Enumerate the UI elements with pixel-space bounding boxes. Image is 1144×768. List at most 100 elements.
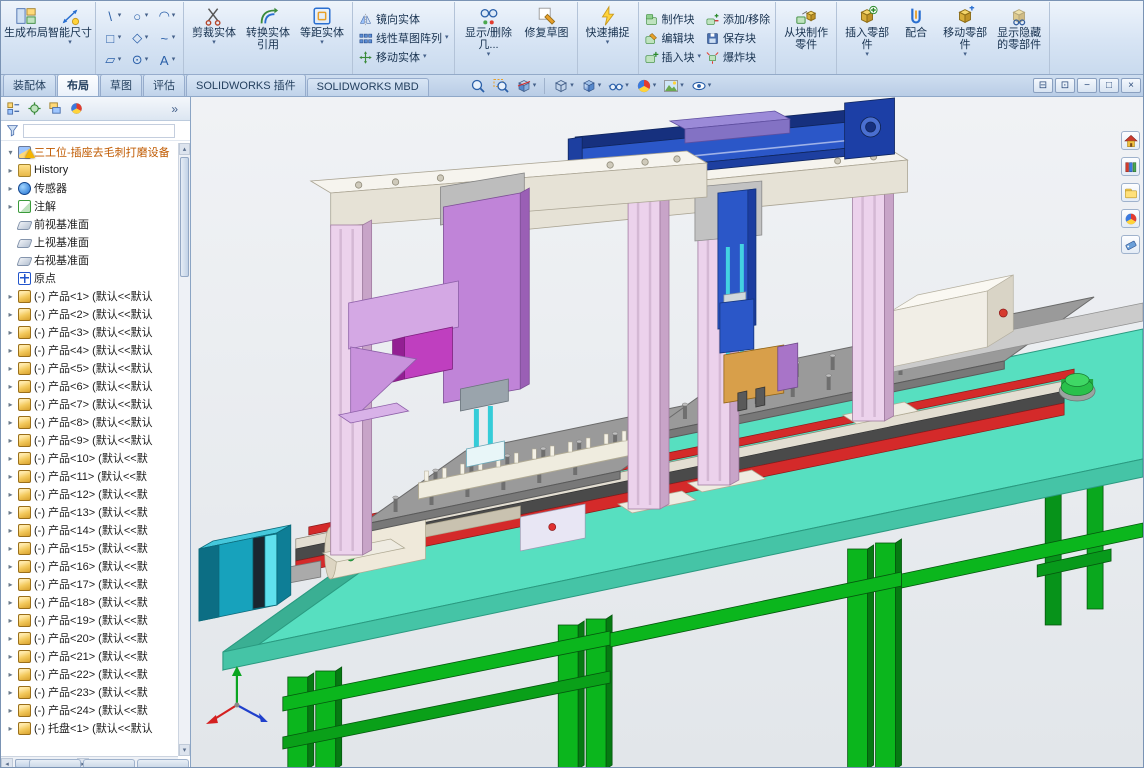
dropdown-arrow-icon[interactable]: ▾: [118, 56, 122, 64]
tree-item[interactable]: ▸ 上视基准面: [3, 233, 176, 251]
tree-item[interactable]: ▸ (-) 产品<24> (默认<<默: [3, 701, 176, 719]
explode-block-button[interactable]: 爆炸块: [703, 48, 772, 67]
command-tab[interactable]: SOLIDWORKS MBD: [307, 78, 429, 96]
dropdown-arrow-icon[interactable]: ▾: [118, 34, 122, 42]
tree-item[interactable]: ▸ (-) 托盘<1> (默认<<默认: [3, 719, 176, 737]
expand-arrow-icon[interactable]: ▸: [6, 634, 15, 643]
insert-components-button[interactable]: 插入零部件 ▾: [840, 3, 894, 61]
tree-item[interactable]: ▸ (-) 产品<8> (默认<<默认: [3, 413, 176, 431]
actuator-end-block[interactable]: [845, 98, 895, 159]
dropdown-arrow-icon[interactable]: ▾: [320, 39, 324, 47]
tree-item[interactable]: ▸ (-) 产品<5> (默认<<默认: [3, 359, 176, 377]
dropdown-arrow-icon[interactable]: ▾: [698, 53, 702, 61]
document-tab[interactable]: [29, 759, 81, 767]
tree-vertical-scrollbar[interactable]: ▴ ▾: [178, 143, 190, 756]
expand-arrow-icon[interactable]: ▸: [6, 544, 15, 553]
expand-arrow-icon[interactable]: ▸: [6, 418, 15, 427]
command-tab[interactable]: 装配体: [3, 74, 56, 96]
dropdown-arrow-icon[interactable]: ▾: [145, 12, 149, 20]
tree-filter-input[interactable]: [23, 124, 175, 138]
filter-funnel-icon[interactable]: [6, 124, 19, 137]
dropdown-arrow-icon[interactable]: ▾: [118, 12, 122, 20]
dropdown-arrow-icon[interactable]: ▾: [212, 39, 216, 47]
dropdown-arrow-icon[interactable]: ▾: [145, 34, 149, 42]
make-part-from-block-button[interactable]: 从块制作零件: [779, 3, 833, 53]
tree-item[interactable]: ▸ (-) 产品<2> (默认<<默认: [3, 305, 176, 323]
tree-item[interactable]: ▸ (-) 产品<10> (默认<<默: [3, 449, 176, 467]
dropdown-arrow-icon[interactable]: ▾: [963, 51, 967, 59]
smart-dimension-button[interactable]: 智能尺寸 ▾: [48, 3, 92, 49]
expand-arrow-icon[interactable]: ▸: [6, 382, 15, 391]
line-icon[interactable]: \▾: [99, 5, 126, 27]
3d-model-view[interactable]: [191, 97, 1143, 768]
view-orientation-icon[interactable]: ▾: [551, 77, 576, 95]
expand-arrow-icon[interactable]: ▸: [6, 292, 15, 301]
tree-root-item[interactable]: ▾ 三工位-插座去毛刺打磨设备: [3, 143, 176, 161]
design-library-icon[interactable]: [1121, 157, 1140, 176]
section-view-icon[interactable]: ▾: [514, 77, 539, 95]
expand-arrow-icon[interactable]: ▸: [6, 310, 15, 319]
tree-item[interactable]: ▸ 前视基准面: [3, 215, 176, 233]
show-hidden-components-button[interactable]: 显示隐藏的零部件: [992, 3, 1046, 53]
dropdown-arrow-icon[interactable]: ▾: [680, 82, 684, 90]
tree-item[interactable]: ▸ (-) 产品<19> (默认<<默: [3, 611, 176, 629]
zoom-fit-icon[interactable]: [468, 77, 488, 95]
custom-properties-icon[interactable]: [1121, 235, 1140, 254]
dropdown-arrow-icon[interactable]: ▾: [172, 12, 176, 20]
doc-restore-button[interactable]: ⊡: [1055, 78, 1075, 93]
dropdown-arrow-icon[interactable]: ▾: [172, 56, 176, 64]
tree-item[interactable]: ▸ (-) 产品<13> (默认<<默: [3, 503, 176, 521]
parallelogram-icon[interactable]: ▱▾: [99, 49, 126, 71]
edit-block-button[interactable]: 编辑块: [642, 29, 704, 48]
command-tab[interactable]: 草图: [100, 74, 142, 96]
dropdown-arrow-icon[interactable]: ▾: [68, 39, 72, 47]
tree-item[interactable]: ▸ (-) 产品<7> (默认<<默认: [3, 395, 176, 413]
expand-arrow-icon[interactable]: ▸: [6, 454, 15, 463]
dropdown-arrow-icon[interactable]: ▾: [606, 39, 610, 47]
expand-arrow-icon[interactable]: ▸: [6, 184, 15, 193]
edit-appearance-icon[interactable]: ▾: [634, 77, 659, 95]
make-layout-button[interactable]: 生成布局: [4, 3, 48, 41]
tree-item[interactable]: ▸ History: [3, 161, 176, 179]
tree-item[interactable]: ▸ (-) 产品<9> (默认<<默认: [3, 431, 176, 449]
quick-snaps-button[interactable]: 快速捕捉 ▾: [581, 3, 635, 49]
mirror-entities-button[interactable]: 镜向实体: [356, 10, 451, 29]
expand-arrow-icon[interactable]: ▸: [6, 616, 15, 625]
close-button[interactable]: ×: [1121, 78, 1141, 93]
dropdown-arrow-icon[interactable]: ▾: [865, 51, 869, 59]
tree-item[interactable]: ▸ (-) 产品<20> (默认<<默: [3, 629, 176, 647]
move-entities-button[interactable]: 移动实体 ▾: [356, 48, 451, 67]
save-block-button[interactable]: 保存块: [703, 29, 772, 48]
expand-arrow-icon[interactable]: ▸: [6, 562, 15, 571]
graphics-viewport[interactable]: [191, 97, 1143, 768]
expand-arrow-icon[interactable]: ▸: [6, 688, 15, 697]
expand-arrow-icon[interactable]: ▸: [6, 598, 15, 607]
command-tab[interactable]: SOLIDWORKS 插件: [186, 74, 306, 96]
document-tab[interactable]: [83, 759, 135, 767]
point-icon[interactable]: ⊙▾: [126, 49, 153, 71]
expand-arrow-icon[interactable]: ▸: [6, 166, 15, 175]
expand-arrow-icon[interactable]: ▸: [6, 328, 15, 337]
configurationmanager-tab-icon[interactable]: [47, 100, 64, 117]
expand-arrow-icon[interactable]: ▸: [6, 364, 15, 373]
arc-icon[interactable]: ◠▾: [153, 5, 180, 27]
tree-item[interactable]: ▸ (-) 产品<21> (默认<<默: [3, 647, 176, 665]
tree-item[interactable]: ▸ 右视基准面: [3, 251, 176, 269]
display-style-icon[interactable]: ▾: [579, 77, 604, 95]
tree-item[interactable]: ▸ (-) 产品<17> (默认<<默: [3, 575, 176, 593]
linear-sketch-pattern-button[interactable]: 线性草图阵列 ▾: [356, 29, 451, 48]
polygon-icon[interactable]: ◇▾: [126, 27, 153, 49]
appearances-icon[interactable]: [1121, 209, 1140, 228]
displaymanager-tab-icon[interactable]: [68, 100, 85, 117]
command-tab[interactable]: 评估: [143, 74, 185, 96]
expand-arrow-icon[interactable]: ▸: [6, 202, 15, 211]
tree-item[interactable]: ▸ (-) 产品<3> (默认<<默认: [3, 323, 176, 341]
tree-item[interactable]: ▸ (-) 产品<12> (默认<<默: [3, 485, 176, 503]
rectangle-icon[interactable]: □▾: [99, 27, 126, 49]
repair-sketch-button[interactable]: 修复草图: [520, 3, 574, 41]
expand-arrow-icon[interactable]: ▸: [6, 346, 15, 355]
expand-arrow-icon[interactable]: ▸: [6, 526, 15, 535]
add-remove-button[interactable]: 添加/移除: [703, 10, 772, 29]
convert-entities-button[interactable]: 转换实体引用: [241, 3, 295, 53]
display-delete-relations-button[interactable]: 显示/删除几... ▾: [458, 3, 520, 61]
